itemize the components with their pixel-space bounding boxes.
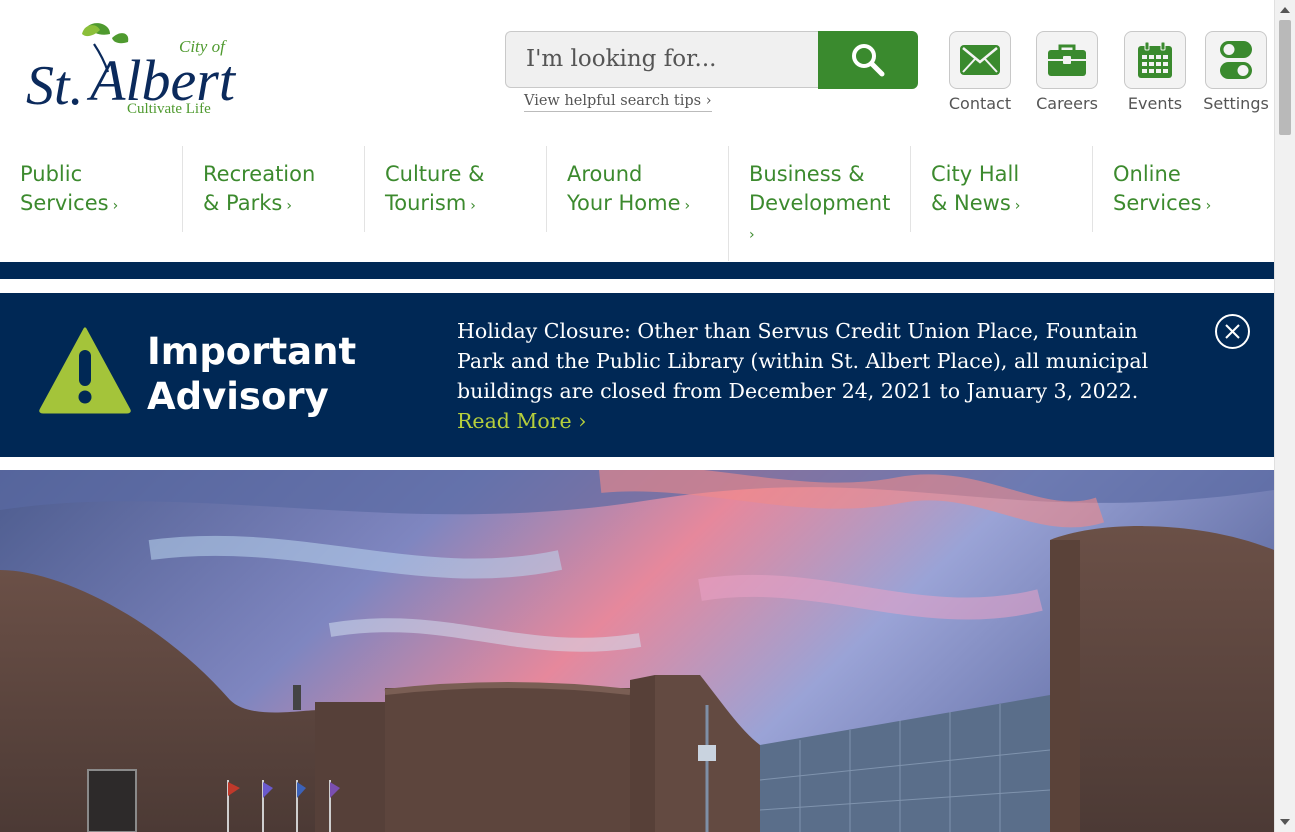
logo-st: St. [26, 55, 84, 117]
nav-culture-tourism[interactable]: Culture & Tourism › [364, 146, 546, 232]
chevron-right-icon: › [749, 227, 755, 243]
nav-label-line2: Services [20, 191, 109, 215]
chevron-right-icon: › [286, 198, 292, 214]
page: City of St. Albert Cultivate Life I'm lo… [0, 0, 1274, 832]
advisory-close-button[interactable] [1215, 314, 1250, 349]
chevron-right-icon: › [1205, 198, 1212, 214]
nav-around-your-home[interactable]: Around Your Home › [546, 146, 728, 232]
page-scrollbar[interactable] [1274, 0, 1295, 832]
nav-label-line1: Recreation [203, 162, 316, 186]
envelope-icon [960, 45, 1000, 75]
search-tips-link[interactable]: View helpful search tips › [524, 93, 712, 112]
nav-label-line1: Business & [749, 162, 865, 186]
toggle-icon [1220, 41, 1252, 79]
warning-icon [39, 327, 131, 414]
nav-public-services[interactable]: Public Services › [0, 146, 182, 232]
hero-image [0, 470, 1274, 832]
chevron-right-icon: › [684, 198, 691, 214]
nav-label-line1: Online [1113, 162, 1181, 186]
settings-link[interactable]: Settings [1201, 31, 1271, 113]
nav-label-line2: Services [1113, 191, 1202, 215]
nav-label-line2: Tourism [385, 191, 467, 215]
events-link[interactable]: Events [1120, 31, 1190, 113]
chevron-right-icon: › [1014, 198, 1021, 214]
careers-link[interactable]: Careers [1032, 31, 1102, 113]
nav-business-development[interactable]: Business & Development › [728, 146, 910, 261]
chevron-right-icon: › [112, 198, 119, 214]
nav-divider-bar [0, 262, 1274, 279]
careers-label: Careers [1036, 94, 1098, 113]
scroll-down-arrow-icon[interactable] [1280, 819, 1290, 825]
briefcase-icon [1048, 44, 1086, 76]
search-button[interactable] [818, 31, 918, 89]
settings-icon-box [1205, 31, 1267, 89]
advisory-banner: Important Advisory Holiday Closure: Othe… [0, 293, 1274, 457]
nav-label-line1: Public [20, 162, 83, 186]
nav-label-line2: & News [931, 191, 1011, 215]
advisory-title: Important Advisory [147, 329, 387, 419]
calendar-icon [1138, 41, 1172, 78]
advisory-read-more-link[interactable]: Read More › [457, 406, 586, 436]
contact-link[interactable]: Contact [945, 31, 1015, 113]
search-icon [852, 44, 885, 77]
main-nav: Public Services › Recreation & Parks › Cul… [0, 146, 1274, 261]
nav-city-hall-news[interactable]: City Hall & News › [910, 146, 1092, 232]
chevron-right-icon: › [470, 198, 476, 214]
nav-label-line2: & Parks [203, 191, 283, 215]
advisory-title-line2: Advisory [147, 375, 329, 418]
nav-label-line2: Your Home [567, 191, 681, 215]
nav-label-line1: City Hall [931, 162, 1020, 186]
nav-recreation-parks[interactable]: Recreation & Parks › [182, 146, 364, 232]
events-label: Events [1127, 94, 1183, 113]
careers-icon-box [1036, 31, 1098, 89]
contact-icon-box [949, 31, 1011, 89]
nav-label-line1: Culture & [385, 162, 485, 186]
events-icon-box [1124, 31, 1186, 89]
contact-label: Contact [948, 94, 1012, 113]
settings-label: Settings [1203, 94, 1269, 113]
nav-label-line1: Around [567, 162, 643, 186]
close-icon [1225, 324, 1240, 339]
logo-tagline: Cultivate Life [127, 101, 211, 117]
advisory-title-line1: Important [147, 330, 357, 373]
st-albert-logo-graphic: City of St. Albert Cultivate Life [26, 23, 237, 117]
nav-label-line2: Development [749, 191, 891, 215]
search-input[interactable]: I'm looking for... [505, 31, 818, 88]
scrollbar-thumb[interactable] [1279, 20, 1291, 135]
scroll-up-arrow-icon[interactable] [1280, 7, 1290, 13]
city-logo[interactable]: City of St. Albert Cultivate Life [24, 20, 269, 120]
hero-building-photo [0, 470, 1274, 832]
nav-online-services[interactable]: Online Services › [1092, 146, 1274, 232]
advisory-text: Holiday Closure: Other than Servus Credi… [457, 319, 1149, 403]
